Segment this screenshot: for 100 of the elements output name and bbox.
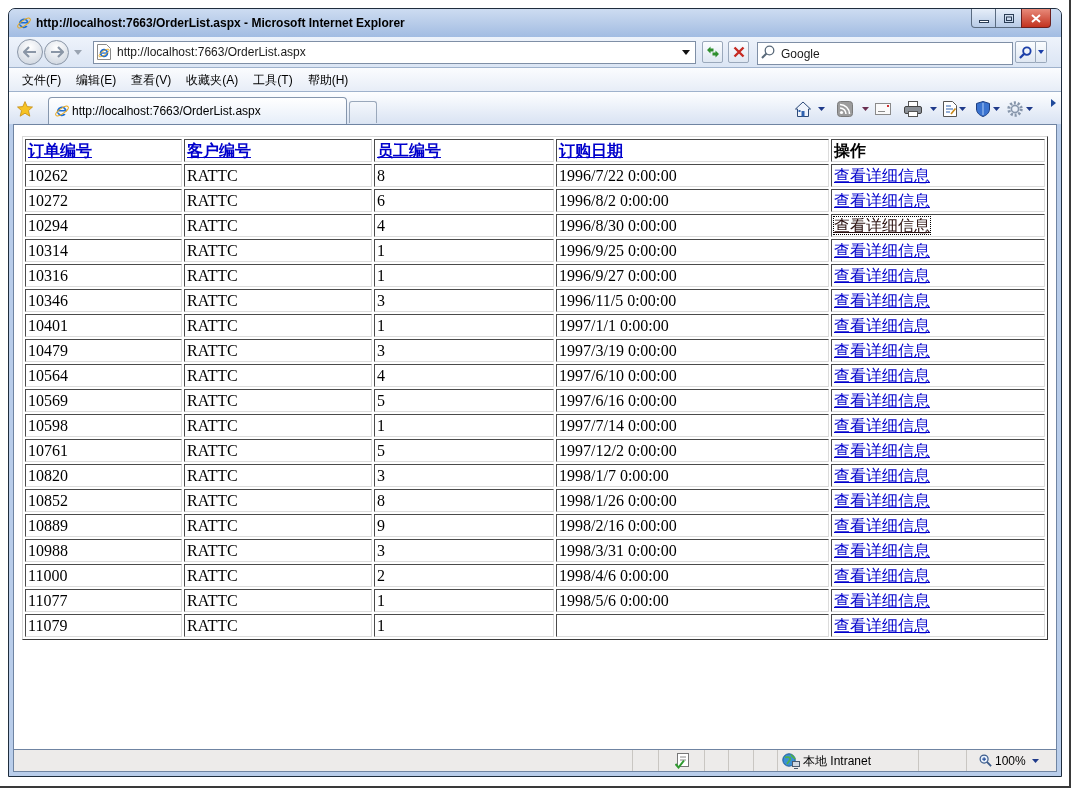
menu-item[interactable]: 工具(T) [248, 69, 298, 90]
page-icon [97, 44, 111, 60]
details-link[interactable]: 查看详细信息 [834, 591, 930, 609]
menu-item[interactable]: 编辑(E) [71, 69, 122, 90]
table-cell: 10761 [25, 439, 182, 462]
table-cell: 11000 [25, 564, 182, 587]
minimize-button[interactable] [971, 9, 996, 28]
table-cell: 3 [374, 339, 554, 362]
search-button[interactable] [1015, 41, 1036, 63]
table-cell: 3 [374, 289, 554, 312]
zoom-button[interactable]: 100% [979, 751, 1039, 770]
caret-icon [74, 49, 82, 55]
table-cell: 10272 [25, 189, 182, 212]
caret-icon [682, 49, 690, 55]
column-header-link[interactable]: 订购日期 [559, 141, 623, 159]
address-field[interactable]: http://localhost:7663/OrderList.aspx [93, 40, 696, 64]
stop-button[interactable] [728, 41, 749, 63]
table-cell: 10314 [25, 239, 182, 262]
table-cell: 10820 [25, 464, 182, 487]
table-cell: RATTC [184, 464, 372, 487]
table-cell: 3 [374, 464, 554, 487]
star-icon [17, 101, 33, 117]
table-cell: 10889 [25, 514, 182, 537]
details-link[interactable]: 查看详细信息 [834, 441, 930, 459]
details-link[interactable]: 查看详细信息 [834, 241, 930, 259]
table-cell: 1997/7/14 0:00:00 [556, 414, 829, 437]
table-cell: 1 [374, 239, 554, 262]
details-link[interactable]: 查看详细信息 [834, 541, 930, 559]
table-cell: 10316 [25, 264, 182, 287]
details-link[interactable]: 查看详细信息 [834, 616, 930, 634]
table-cell: 1996/11/5 0:00:00 [556, 289, 829, 312]
refresh-icon [705, 46, 720, 58]
menu-item[interactable]: 帮助(H) [302, 69, 354, 90]
table-cell: 10564 [25, 364, 182, 387]
table-cell: 11079 [25, 614, 182, 637]
table-cell: 1997/1/1 0:00:00 [556, 314, 829, 337]
table-cell: 11077 [25, 589, 182, 612]
browser-logo-icon [54, 103, 70, 119]
table-cell: 4 [374, 214, 554, 237]
table-cell: 1997/12/2 0:00:00 [556, 439, 829, 462]
table-cell: 1996/8/2 0:00:00 [556, 189, 829, 212]
close-button[interactable] [1021, 9, 1051, 28]
home-button[interactable] [795, 99, 825, 119]
shield-icon [976, 101, 990, 117]
menu-item[interactable]: 收藏夹(A) [181, 69, 244, 90]
more-tools-button[interactable] [1051, 99, 1057, 107]
details-link[interactable]: 查看详细信息 [834, 316, 930, 334]
search-icon [1019, 45, 1032, 59]
zoom-icon [979, 754, 992, 767]
page-button[interactable] [943, 99, 966, 119]
menu-item[interactable]: 查看(V) [126, 69, 177, 90]
caret-icon [1038, 50, 1044, 54]
caret-icon [930, 107, 937, 111]
browser-tab[interactable]: http://localhost:7663/OrderList.aspx [48, 97, 347, 124]
column-header-link[interactable]: 订单编号 [28, 141, 92, 159]
forward-button[interactable] [44, 39, 69, 65]
details-link[interactable]: 查看详细信息 [834, 266, 930, 284]
table-cell: 1998/1/7 0:00:00 [556, 464, 829, 487]
details-link[interactable]: 查看详细信息 [834, 466, 930, 484]
details-link[interactable]: 查看详细信息 [834, 191, 930, 209]
column-header-link[interactable]: 客户编号 [187, 141, 251, 159]
search-field[interactable]: Google [757, 42, 1013, 65]
table-cell: RATTC [184, 264, 372, 287]
table-cell: 1996/8/30 0:00:00 [556, 214, 829, 237]
feeds-icon [837, 101, 853, 117]
safety-button[interactable] [976, 99, 1000, 119]
details-link[interactable]: 查看详细信息 [834, 566, 930, 584]
tools-button[interactable] [1007, 99, 1033, 119]
details-link[interactable]: 查看详细信息 [834, 216, 930, 234]
table-cell: RATTC [184, 439, 372, 462]
details-link[interactable]: 查看详细信息 [834, 516, 930, 534]
left-arrow-icon [23, 46, 37, 58]
home-icon [795, 101, 811, 117]
table-cell: 1 [374, 589, 554, 612]
printer-icon [904, 101, 922, 117]
details-link[interactable]: 查看详细信息 [834, 416, 930, 434]
column-header-link[interactable]: 员工编号 [377, 141, 441, 159]
details-link[interactable]: 查看详细信息 [834, 341, 930, 359]
table-cell: 4 [374, 364, 554, 387]
details-link[interactable]: 查看详细信息 [834, 166, 930, 184]
search-options-button[interactable] [1036, 41, 1047, 63]
refresh-button[interactable] [702, 41, 723, 63]
feeds-button[interactable] [837, 99, 869, 119]
back-button[interactable] [17, 39, 43, 65]
close-icon [1031, 13, 1041, 23]
table-cell: RATTC [184, 489, 372, 512]
table-cell: RATTC [184, 389, 372, 412]
table-cell: RATTC [184, 239, 372, 262]
print-button[interactable] [904, 99, 937, 119]
details-link[interactable]: 查看详细信息 [834, 291, 930, 309]
table-cell: RATTC [184, 514, 372, 537]
table-cell: 10262 [25, 164, 182, 187]
details-link[interactable]: 查看详细信息 [834, 391, 930, 409]
maximize-button[interactable] [996, 9, 1021, 28]
table-cell: 10852 [25, 489, 182, 512]
details-link[interactable]: 查看详细信息 [834, 491, 930, 509]
table-cell: 1998/5/6 0:00:00 [556, 589, 829, 612]
table-cell: 1998/2/16 0:00:00 [556, 514, 829, 537]
details-link[interactable]: 查看详细信息 [834, 366, 930, 384]
menu-item[interactable]: 文件(F) [17, 69, 67, 90]
